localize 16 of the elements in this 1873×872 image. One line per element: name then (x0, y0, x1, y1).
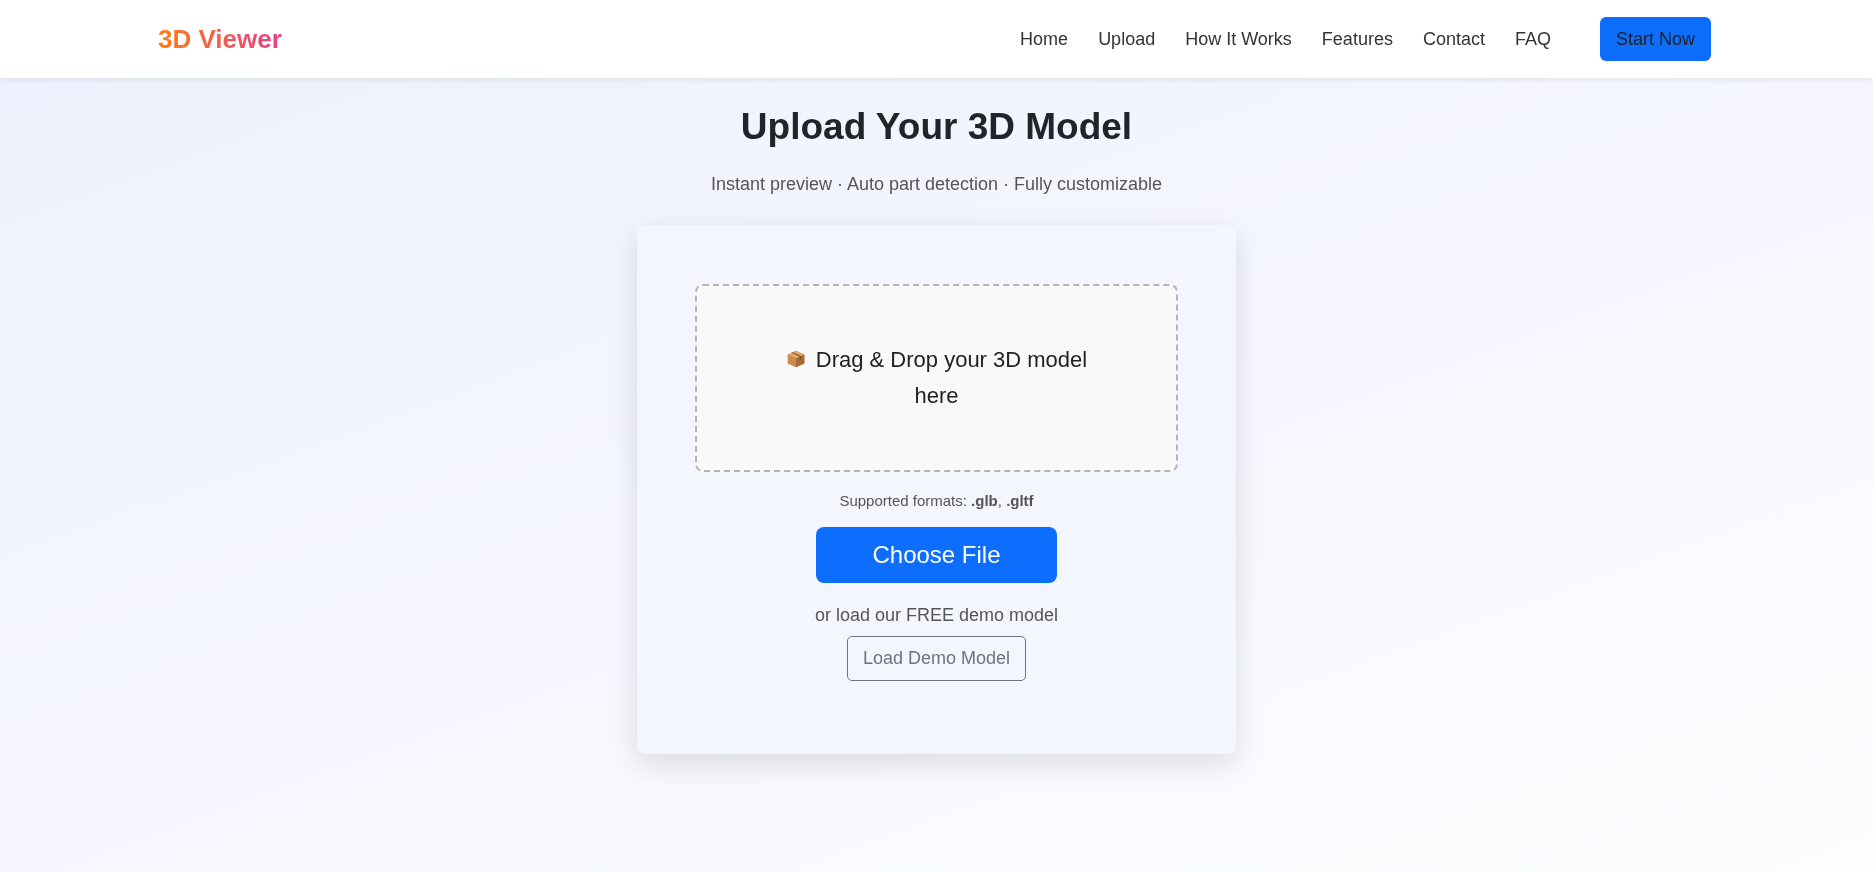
demo-hint: or load our FREE demo model (814, 605, 1059, 626)
subtitle: Instant preview · Auto part detection · Fully customizable (710, 174, 1163, 195)
nav-link[interactable]: Features (1321, 28, 1393, 50)
load-demo-button[interactable]: Load Demo Model (846, 636, 1027, 681)
start-now-button[interactable]: Start Now (1599, 17, 1711, 61)
supported-formats: Supported formats: .glb, .gltf (839, 492, 1034, 509)
nav-link[interactable]: Upload (1098, 28, 1156, 50)
nav-link[interactable]: Home (1020, 28, 1069, 50)
nav-link[interactable]: Contact (1422, 28, 1485, 50)
nav-link[interactable]: How It Works (1185, 28, 1292, 50)
drop-instruction: Drag & Drop your 3D model here (815, 347, 1088, 408)
page-title: Upload Your 3D Model (740, 106, 1133, 148)
drop-zone[interactable]: Drag & Drop your 3D model here (695, 284, 1178, 472)
package-icon (785, 349, 806, 369)
nav-link[interactable]: FAQ (1514, 28, 1551, 50)
choose-file-button[interactable]: Choose File (816, 527, 1057, 583)
